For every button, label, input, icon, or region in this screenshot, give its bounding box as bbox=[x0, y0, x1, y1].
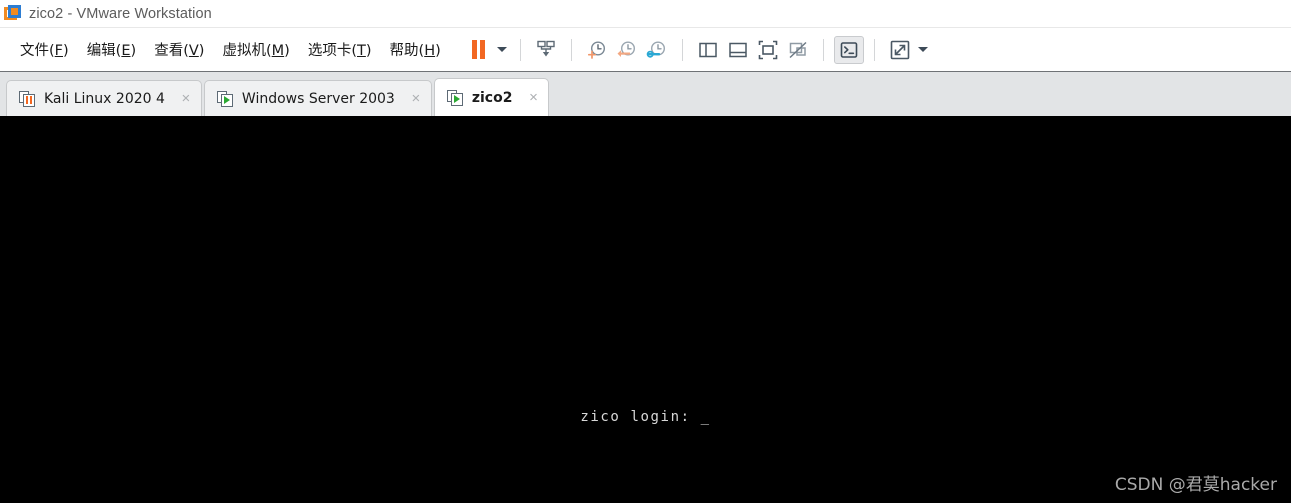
unity-off-icon bbox=[789, 41, 807, 58]
vmware-logo-icon bbox=[4, 4, 22, 23]
menu-toolbar-row: 文件(F) 编辑(E) 查看(V) 虚拟机(M) 选项卡(T) 帮助(H) bbox=[0, 28, 1291, 71]
chevron-down-icon bbox=[917, 47, 928, 52]
watermark: CSDN @君莫hacker bbox=[1114, 475, 1277, 495]
main-toolbar bbox=[464, 28, 931, 71]
title-bar: zico2 - VMware Workstation bbox=[0, 0, 1291, 28]
stretch-guest-button[interactable] bbox=[885, 36, 915, 64]
vm-running-icon bbox=[446, 89, 464, 106]
suspend-button[interactable] bbox=[464, 36, 494, 64]
menu-file[interactable]: 文件(F) bbox=[11, 36, 78, 63]
expand-frame-icon bbox=[758, 40, 778, 59]
chevron-down-icon bbox=[496, 47, 507, 52]
clock-plus-icon bbox=[587, 40, 605, 59]
toolbar-separator bbox=[681, 38, 683, 61]
menu-vm[interactable]: 虚拟机(M) bbox=[213, 36, 298, 63]
snapshot-manager-button[interactable] bbox=[642, 36, 672, 64]
vm-suspended-icon bbox=[19, 90, 36, 107]
tab-label: Windows Server 2003 bbox=[241, 90, 395, 107]
tab-close-button[interactable]: × bbox=[524, 89, 542, 107]
show-thumbnail-bar-button[interactable] bbox=[723, 36, 753, 64]
tab-kali-linux-2020-4[interactable]: Kali Linux 2020 4 × bbox=[6, 80, 202, 116]
show-sidebar-button[interactable] bbox=[693, 36, 723, 64]
tab-windows-server-2003[interactable]: Windows Server 2003 × bbox=[203, 80, 432, 116]
tab-zico2[interactable]: zico2 × bbox=[433, 78, 550, 116]
power-dropdown[interactable] bbox=[494, 36, 510, 64]
login-prompt: zico login: _ bbox=[580, 409, 711, 425]
unity-mode-button[interactable] bbox=[783, 36, 813, 64]
full-screen-button[interactable] bbox=[753, 36, 783, 64]
clock-back-icon bbox=[617, 40, 635, 57]
send-ctrl-alt-del-button[interactable] bbox=[531, 36, 561, 64]
tab-close-button[interactable]: × bbox=[407, 90, 425, 108]
vm-tab-strip: Kali Linux 2020 4 × Windows Server 2003 … bbox=[0, 71, 1291, 116]
take-snapshot-button[interactable] bbox=[582, 36, 612, 64]
toolbar-separator bbox=[822, 38, 824, 61]
window-title: zico2 - VMware Workstation bbox=[29, 5, 212, 22]
split-horizontal-icon bbox=[729, 42, 747, 57]
menu-help[interactable]: 帮助(H) bbox=[381, 36, 450, 63]
snapshot-down-icon bbox=[537, 40, 555, 56]
menu-view[interactable]: 查看(V) bbox=[145, 36, 213, 63]
clock-wrench-icon bbox=[646, 40, 665, 58]
toolbar-separator bbox=[873, 38, 875, 61]
revert-snapshot-button[interactable] bbox=[612, 36, 642, 64]
menu-tabs[interactable]: 选项卡(T) bbox=[299, 36, 381, 63]
menu-edit[interactable]: 编辑(E) bbox=[78, 36, 146, 63]
pause-icon bbox=[472, 40, 486, 59]
tab-label: Kali Linux 2020 4 bbox=[44, 90, 165, 107]
toolbar-separator bbox=[570, 38, 572, 61]
tab-close-button[interactable]: × bbox=[177, 90, 195, 108]
tab-label: zico2 bbox=[471, 89, 513, 106]
terminal-icon bbox=[840, 41, 858, 58]
console-view-button[interactable] bbox=[833, 35, 864, 64]
stretch-dropdown[interactable] bbox=[915, 36, 931, 64]
vmware-workstation-window: zico2 - VMware Workstation 文件(F) 编辑(E) 查… bbox=[0, 0, 1291, 503]
fullscreen-arrows-icon bbox=[890, 40, 910, 59]
vm-console-screen[interactable]: zico login: _ CSDN @君莫hacker bbox=[0, 116, 1291, 503]
vm-running-icon bbox=[216, 90, 234, 107]
toolbar-separator bbox=[519, 38, 521, 61]
menu-bar: 文件(F) 编辑(E) 查看(V) 虚拟机(M) 选项卡(T) 帮助(H) bbox=[0, 28, 450, 71]
split-vertical-icon bbox=[699, 42, 717, 57]
